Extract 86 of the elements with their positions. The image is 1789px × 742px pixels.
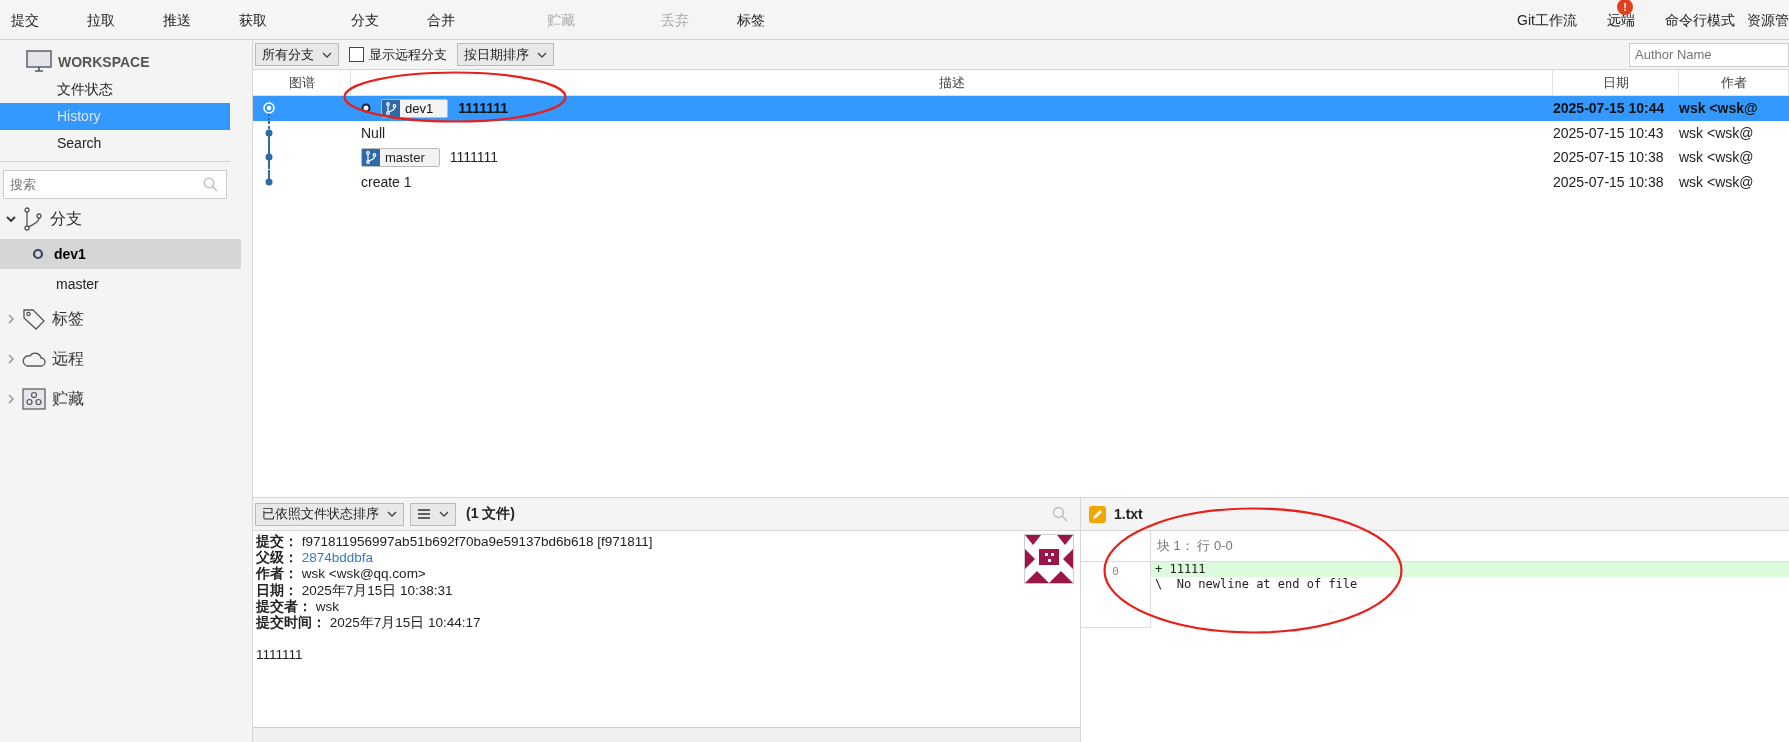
view-mode-dropdown[interactable] [410, 502, 456, 526]
commit-author: wsk <wsk@ [1679, 149, 1755, 166]
sidebar-group-label[interactable]: 贮藏 [52, 388, 84, 410]
detail-value: wsk <wsk@qq.com> [301, 566, 426, 582]
chevron-right-icon[interactable] [6, 314, 16, 324]
sidebar-group-label[interactable]: 标签 [52, 308, 84, 330]
toolbar-button[interactable]: 资源管 [1747, 12, 1789, 30]
branch-icon [22, 207, 44, 231]
chevron-right-icon[interactable] [6, 394, 16, 404]
list-icon [417, 508, 431, 520]
caret-icon [322, 51, 332, 58]
modified-file-icon [1089, 505, 1106, 523]
detail-value: wsk [315, 598, 339, 614]
toolbar-button[interactable]: 合并 [427, 12, 455, 30]
branch-dropdown[interactable]: 所有分支 [255, 43, 339, 66]
commit-message-body: 1111111 [256, 647, 304, 664]
commit-message: 1111111 [458, 100, 509, 117]
detail-value: f971811956997ab51b692f70ba9e59137bd6b618 [f971811] [301, 534, 653, 549]
sidebar-group-label[interactable]: 分支 [50, 208, 82, 230]
detail-label: 提交者： [256, 598, 312, 614]
toolbar-button[interactable]: 命令行模式 [1665, 12, 1735, 30]
toolbar-button[interactable]: Git工作流 [1517, 12, 1577, 30]
commit-date: 2025-07-15 10:43 [1553, 124, 1665, 141]
branch-item[interactable]: master [0, 269, 241, 299]
branch-icon [385, 101, 397, 115]
detail-label: 日期： [256, 582, 298, 598]
sort-dropdown[interactable]: 按日期排序 [457, 43, 554, 66]
column-header[interactable]: 日期 [1553, 70, 1679, 95]
commit-row[interactable]: master 1111111 2025-07-15 10:38 wsk <wsk@ [253, 145, 1789, 170]
sidebar-item[interactable]: 文件状态 [0, 76, 230, 103]
commit-row[interactable]: create 1 2025-07-15 10:38 wsk <wsk@ [253, 169, 1789, 194]
caret-icon [439, 511, 449, 517]
caret-icon [537, 51, 547, 58]
file-name: 1.txt [1114, 506, 1143, 522]
chevron-down-icon[interactable] [6, 214, 16, 224]
branch-item[interactable]: dev1 [0, 239, 241, 269]
parent-commit-link[interactable]: 2874bddbfa [301, 550, 374, 566]
hunk-header: 块 1： 行 0-0 [1156, 537, 1234, 555]
commit-author: wsk <wsk@ [1679, 100, 1759, 117]
remote-branch-checkbox[interactable]: 显示远程分支 [349, 45, 447, 64]
file-sort-dropdown[interactable]: 已依照文件状态排序 [255, 502, 404, 526]
tag-icon [22, 307, 46, 331]
line-number: 0 [1081, 562, 1151, 628]
commit-message: 1111111 [449, 149, 498, 166]
detail-value: 2025年7月15日 10:44:17 [329, 615, 481, 630]
cloud-icon [22, 350, 46, 368]
commit-row[interactable]: Null 2025-07-15 10:43 wsk <wsk@ [253, 120, 1789, 145]
toolbar-button[interactable]: 推送 [163, 12, 191, 30]
column-header[interactable]: 图谱 [253, 70, 351, 95]
commit-date: 2025-07-15 10:38 [1553, 149, 1665, 166]
toolbar-button[interactable]: 拉取 [87, 12, 115, 30]
detail-label: 提交时间： [256, 615, 326, 630]
commit-date: 2025-07-15 10:44 [1553, 100, 1666, 117]
identicon-avatar [1024, 534, 1074, 584]
branch-label[interactable]: dev1 [381, 98, 449, 118]
workspace-title: WORKSPACE [58, 54, 150, 70]
diff-line: \ No newline at end of file [1154, 577, 1359, 592]
column-header[interactable]: 作者 [1679, 70, 1789, 95]
search-field[interactable]: 搜索 [3, 170, 227, 199]
detail-label: 作者： [256, 566, 298, 582]
branch-label[interactable]: master [361, 147, 440, 167]
caret-icon [387, 511, 397, 517]
search-icon[interactable] [1052, 506, 1068, 522]
detail-label: 父级： [256, 550, 298, 566]
author-search-field[interactable]: Author Name [1629, 42, 1789, 67]
branch-icon [365, 150, 377, 164]
stash-icon [22, 388, 46, 410]
toolbar-button[interactable]: 提交 [11, 12, 39, 30]
monitor-icon [26, 50, 52, 74]
toolbar-button[interactable]: 分支 [351, 12, 379, 30]
commit-row[interactable]: dev1 1111111 2025-07-15 10:44 wsk <wsk@ [253, 96, 1789, 121]
detail-value: 2025年7月15日 10:38:31 [301, 582, 453, 598]
commit-author: wsk <wsk@ [1679, 124, 1755, 141]
sidebar-group-label[interactable]: 远程 [52, 348, 84, 370]
commit-author: wsk <wsk@ [1679, 173, 1755, 190]
commit-message: create 1 [361, 173, 412, 190]
column-header[interactable]: 描述 [351, 70, 1553, 95]
toolbar-button[interactable]: 远端 [1607, 12, 1635, 30]
commit-date: 2025-07-15 10:38 [1553, 173, 1665, 190]
toolbar-button[interactable]: 标签 [737, 12, 765, 30]
detail-label: 提交： [256, 534, 298, 549]
commit-message: Null [361, 124, 386, 141]
sidebar-item[interactable]: Search [0, 130, 230, 157]
toolbar-button[interactable]: 获取 [239, 12, 267, 30]
chevron-right-icon[interactable] [6, 354, 16, 364]
file-count: (1 文件) [466, 505, 515, 523]
